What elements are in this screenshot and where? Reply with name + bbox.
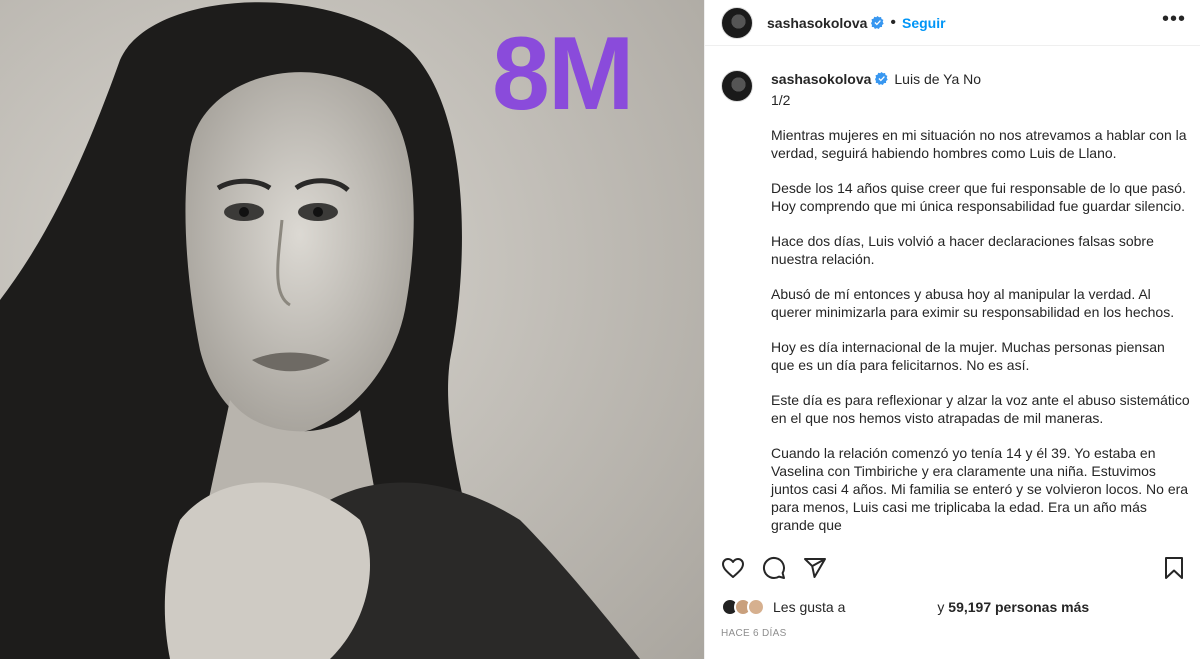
caption: sashasokolova Luis de Ya No 1/2 Mientras … <box>721 70 1190 534</box>
header-separator: • <box>890 13 896 31</box>
caption-paragraph: Mientras mujeres en mi situación no nos … <box>771 127 1187 161</box>
8m-badge: 8M <box>492 16 634 132</box>
action-bar <box>705 552 1200 582</box>
caption-paragraph: Desde los 14 años quise creer que fui re… <box>771 180 1186 214</box>
likes-tail: y 59,197 personas más <box>937 599 1089 615</box>
caption-username[interactable]: sashasokolova <box>771 71 871 87</box>
caption-paragraph: Este día es para reflexionar y alzar la … <box>771 392 1190 426</box>
comment-icon[interactable] <box>762 556 786 580</box>
likes-tail-prefix: y <box>937 599 945 615</box>
liker-avatar[interactable] <box>747 598 765 616</box>
author-username[interactable]: sashasokolova <box>767 15 867 31</box>
caption-title: Luis de Ya No <box>894 71 982 87</box>
post-date[interactable]: HACE 6 DÍAS <box>721 628 787 639</box>
instagram-post: 8M sashasokolova • Seguir ••• sashasokol… <box>0 0 1200 659</box>
caption-paragraph: Hace dos días, Luis volvió a hacer decla… <box>771 233 1154 267</box>
likes-count[interactable]: 59,197 personas más <box>948 599 1089 615</box>
share-icon[interactable] <box>803 556 827 580</box>
caption-avatar[interactable] <box>721 70 753 102</box>
more-options-button[interactable]: ••• <box>1162 8 1186 31</box>
caption-text: sashasokolova Luis de Ya No 1/2 Mientras … <box>771 70 1190 534</box>
follow-button[interactable]: Seguir <box>902 15 946 31</box>
caption-paragraph: Hoy es día internacional de la mujer. Mu… <box>771 339 1165 373</box>
verified-badge-icon <box>871 16 885 29</box>
caption-paragraph: Cuando la relación comenzó yo tenía 14 y… <box>771 445 1189 533</box>
caption-paragraph: Abusó de mí entonces y abusa hoy al mani… <box>771 286 1175 320</box>
likes-row: Les gusta a y 59,197 personas más <box>721 596 1184 618</box>
caption-verified-badge-icon <box>875 72 889 85</box>
caption-area: sashasokolova Luis de Ya No 1/2 Mientras … <box>705 56 1200 542</box>
post-image[interactable]: 8M <box>0 0 704 659</box>
bookmark-icon[interactable] <box>1162 556 1186 580</box>
author-avatar[interactable] <box>721 6 753 39</box>
post-side-panel: sashasokolova • Seguir ••• sashasokolova… <box>704 0 1200 659</box>
post-header: sashasokolova • Seguir ••• <box>705 0 1200 46</box>
caption-page: 1/2 <box>771 92 791 108</box>
likes-label: Les gusta a <box>773 599 846 615</box>
heart-icon[interactable] <box>721 556 745 580</box>
